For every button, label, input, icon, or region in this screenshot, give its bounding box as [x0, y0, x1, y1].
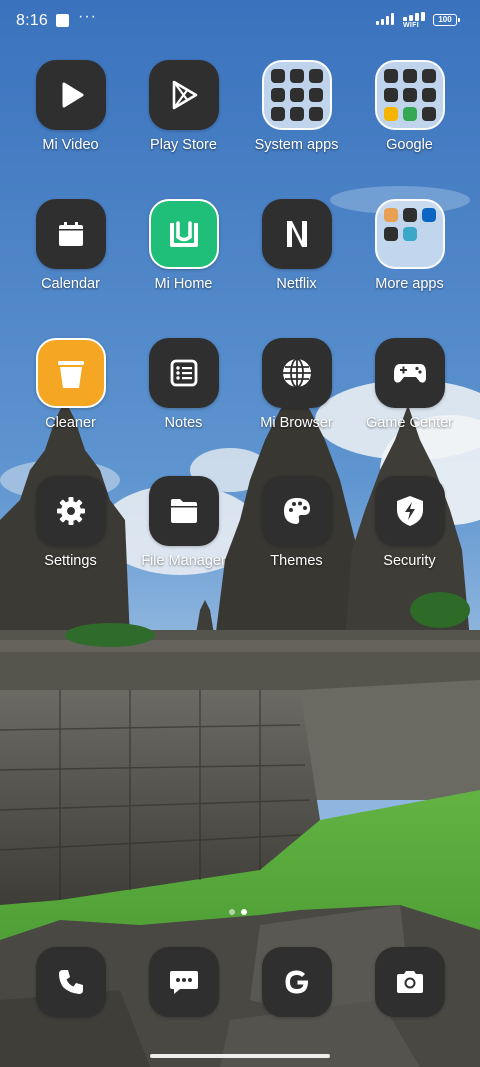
folder-icon: [374, 199, 445, 269]
app-label: Settings: [44, 553, 97, 569]
app-mi-video[interactable]: Mi Video: [14, 60, 127, 153]
app-label: Google: [386, 137, 433, 153]
wifi-icon: WIFI: [403, 12, 429, 30]
trash-icon: [35, 338, 106, 408]
app-notes[interactable]: Notes: [127, 338, 240, 431]
camera-icon: [375, 947, 445, 1017]
app-security[interactable]: Security: [353, 476, 466, 569]
notes-icon: [148, 338, 219, 408]
battery-icon: 100: [433, 14, 460, 26]
folder-more-apps[interactable]: More apps: [353, 199, 466, 292]
globe-icon: [261, 338, 332, 408]
app-game-center[interactable]: Game Center: [353, 338, 466, 431]
app-label: Notes: [164, 415, 203, 431]
netflix-icon: [261, 199, 332, 269]
dock-messages[interactable]: [149, 947, 219, 1017]
folder-google[interactable]: Google: [353, 60, 466, 153]
home-indicator[interactable]: [150, 1054, 330, 1058]
gamepad-icon: [374, 338, 445, 408]
notification-icon: [56, 14, 69, 27]
app-mi-home[interactable]: Mi Home: [127, 199, 240, 292]
page-dot-active: [241, 909, 247, 915]
status-time: 8:16: [16, 12, 48, 29]
status-bar: 8:16 ··· WIFI 100: [0, 0, 480, 44]
dock-google[interactable]: [262, 947, 332, 1017]
shield-icon: [374, 476, 445, 546]
folder-icon: [374, 60, 445, 130]
app-label: Game Center: [365, 415, 454, 431]
app-mi-browser[interactable]: Mi Browser: [240, 338, 353, 431]
wifi-label: WIFI: [403, 22, 419, 29]
cell-signal-icon: [376, 13, 394, 25]
app-label: File Manager: [141, 553, 226, 569]
app-label: Mi Browser: [260, 415, 333, 431]
app-label: Calendar: [41, 276, 100, 292]
page-indicator: [229, 909, 247, 915]
phone-icon: [36, 947, 106, 1017]
app-netflix[interactable]: Netflix: [240, 199, 353, 292]
app-label: System apps: [254, 137, 339, 153]
folder-icon: [261, 60, 332, 130]
play-store-icon: [148, 60, 219, 130]
app-play-store[interactable]: Play Store: [127, 60, 240, 153]
app-label: Security: [383, 553, 436, 569]
folder-file-icon: [148, 476, 219, 546]
dock-phone[interactable]: [36, 947, 106, 1017]
calendar-icon: [35, 199, 106, 269]
app-label: Cleaner: [45, 415, 96, 431]
app-label: Mi Video: [42, 137, 99, 153]
message-icon: [149, 947, 219, 1017]
app-label: Themes: [270, 553, 323, 569]
google-icon: [262, 947, 332, 1017]
app-file-manager[interactable]: File Manager: [127, 476, 240, 569]
app-calendar[interactable]: Calendar: [14, 199, 127, 292]
app-themes[interactable]: Themes: [240, 476, 353, 569]
more-notifications-icon: ···: [78, 8, 97, 25]
app-label: Mi Home: [154, 276, 213, 292]
mi-home-icon: [148, 199, 219, 269]
folder-system-apps[interactable]: System apps: [240, 60, 353, 153]
app-cleaner[interactable]: Cleaner: [14, 338, 127, 431]
gear-icon: [35, 476, 106, 546]
play-icon: [35, 60, 106, 130]
app-label: Play Store: [150, 137, 217, 153]
app-label: More apps: [375, 276, 444, 292]
dock-camera[interactable]: [375, 947, 445, 1017]
palette-icon: [261, 476, 332, 546]
app-settings[interactable]: Settings: [14, 476, 127, 569]
app-label: Netflix: [276, 276, 317, 292]
page-dot: [229, 909, 235, 915]
